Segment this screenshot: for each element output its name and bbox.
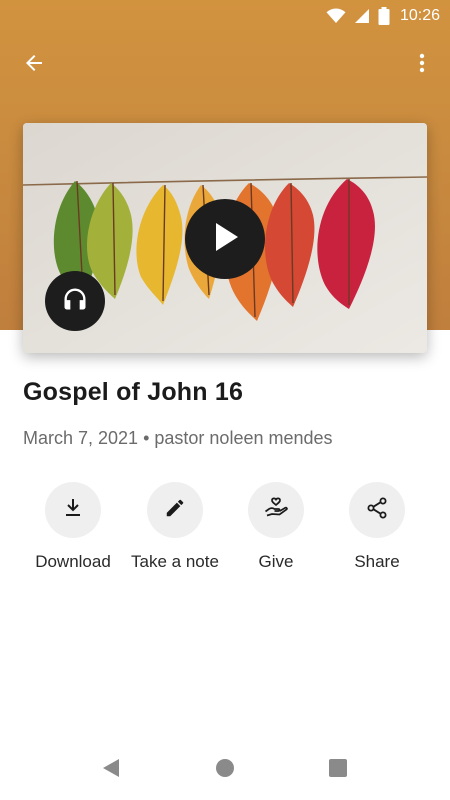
more-vert-icon	[410, 51, 434, 80]
back-button[interactable]	[14, 45, 54, 85]
sermon-speaker[interactable]: pastor noleen mendes	[154, 428, 332, 448]
wifi-icon	[326, 8, 346, 24]
nav-recents-button[interactable]	[318, 750, 358, 790]
battery-icon	[378, 7, 390, 25]
play-button[interactable]	[185, 199, 265, 279]
give-heart-hand-icon	[263, 495, 289, 526]
sermon-date: March 7, 2021	[23, 428, 139, 448]
action-row: Download Take a note Give Share	[0, 482, 450, 582]
nav-back-button[interactable]	[91, 750, 131, 790]
audio-only-button[interactable]	[45, 271, 105, 331]
sermon-title: Gospel of John 16	[23, 378, 244, 406]
download-label: Download	[35, 552, 111, 571]
recents-square-icon	[329, 758, 347, 782]
download-circle	[45, 482, 101, 538]
system-navigation-bar	[0, 740, 450, 800]
share-circle	[349, 482, 405, 538]
status-bar: 10:26	[0, 0, 450, 32]
headphones-icon	[61, 285, 89, 318]
give-circle	[248, 482, 304, 538]
meta-separator: •	[143, 428, 150, 448]
give-label: Give	[258, 552, 294, 571]
nav-home-button[interactable]	[205, 750, 245, 790]
play-icon	[208, 219, 242, 260]
sermon-media-card[interactable]	[23, 123, 427, 353]
take-note-button[interactable]: Take a note	[120, 482, 230, 572]
share-icon	[365, 496, 389, 525]
sermon-meta: March 7, 2021 • pastor noleen mendes	[23, 428, 333, 449]
download-icon	[61, 496, 85, 525]
more-options-button[interactable]	[402, 45, 442, 85]
arrow-left-icon	[22, 51, 46, 80]
share-button[interactable]: Share	[322, 482, 432, 572]
take-note-circle	[147, 482, 203, 538]
back-triangle-icon	[101, 757, 121, 784]
give-button[interactable]: Give	[221, 482, 331, 572]
home-circle-icon	[215, 758, 235, 783]
take-note-label: Take a note	[131, 552, 219, 571]
status-time: 10:26	[399, 7, 440, 24]
share-label: Share	[354, 552, 400, 571]
signal-icon	[354, 8, 370, 24]
pencil-icon	[164, 497, 186, 524]
download-button[interactable]: Download	[18, 482, 128, 572]
